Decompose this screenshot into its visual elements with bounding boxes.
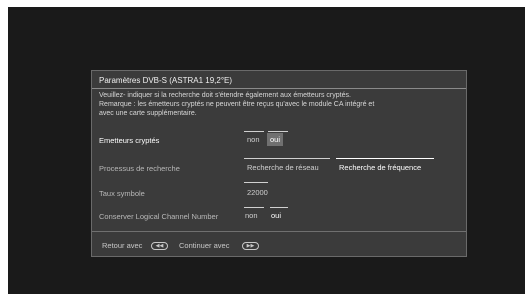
option-underline xyxy=(244,131,264,132)
lcn-option-no[interactable]: non xyxy=(242,209,261,222)
symbol-rate-label: Taux symbole xyxy=(99,189,145,198)
option-underline xyxy=(336,158,434,159)
symbol-rate-value[interactable]: 22000 xyxy=(244,186,271,199)
option-underline xyxy=(244,158,330,159)
forward-button-icon[interactable]: ▶▶ xyxy=(242,242,259,250)
rewind-button-icon[interactable]: ◀◀ xyxy=(151,242,168,250)
tv-screen: Paramètres DVB-S (ASTRA1 19,2°E) Veuille… xyxy=(8,7,525,294)
option-underline xyxy=(268,131,288,132)
lcn-label: Conserver Logical Channel Number xyxy=(99,212,219,221)
description-line-3: avec une carte supplémentaire. xyxy=(99,110,197,117)
option-underline xyxy=(244,207,264,208)
dvbs-settings-dialog: Paramètres DVB-S (ASTRA1 19,2°E) Veuille… xyxy=(91,70,467,257)
search-option-frequency[interactable]: Recherche de fréquence xyxy=(336,161,424,174)
dialog-title: Paramètres DVB-S (ASTRA1 19,2°E) xyxy=(99,76,233,85)
footer-divider xyxy=(92,231,466,232)
search-option-network[interactable]: Recherche de réseau xyxy=(244,161,322,174)
encrypted-option-yes[interactable]: oui xyxy=(267,133,284,146)
lcn-option-yes[interactable]: oui xyxy=(268,209,284,222)
back-label: Retour avec xyxy=(102,241,143,250)
title-divider xyxy=(92,88,466,89)
continue-label: Continuer avec xyxy=(179,241,230,250)
value-underline xyxy=(244,182,268,183)
description-line-1: Veuillez- indiquer si la recherche doit … xyxy=(99,92,351,99)
encrypted-channels-label: Emetteurs cryptés xyxy=(99,136,160,145)
encrypted-option-no[interactable]: non xyxy=(244,133,263,146)
description-line-2: Remarque : les émetteurs cryptés ne peuv… xyxy=(99,101,375,108)
search-process-label: Processus de recherche xyxy=(99,164,180,173)
option-underline xyxy=(270,207,288,208)
